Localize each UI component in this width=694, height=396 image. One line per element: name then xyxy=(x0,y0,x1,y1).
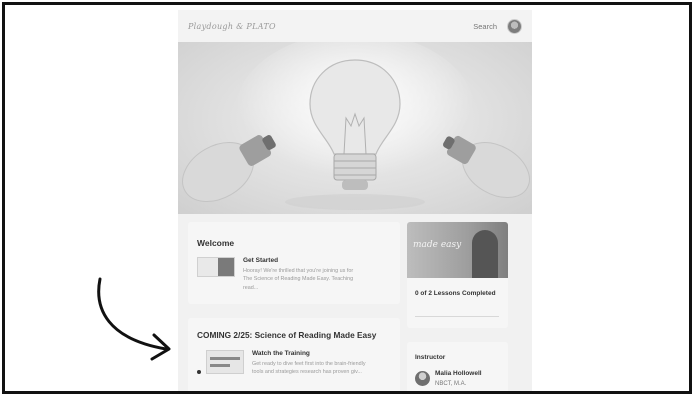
thumbnail-line-icon xyxy=(210,364,230,367)
instructor-heading: Instructor xyxy=(415,354,446,361)
hero-banner-lightbulb xyxy=(178,42,532,214)
lesson-description: Hooray! We're thrilled that you're joini… xyxy=(243,268,354,291)
lesson-description: Get ready to dive feet first into the br… xyxy=(252,361,366,376)
coming-soon-title: COMING 2/25: Science of Reading Made Eas… xyxy=(197,330,377,340)
course-cover-text: made easy xyxy=(413,240,462,250)
top-navigation: Playdough & PLATO Search xyxy=(178,10,532,42)
top-right-controls: Search xyxy=(473,18,522,34)
progress-bar xyxy=(415,316,499,317)
search-link[interactable]: Search xyxy=(473,22,497,31)
coming-soon-section: COMING 2/25: Science of Reading Made Eas… xyxy=(188,318,400,391)
welcome-title: Welcome xyxy=(197,238,235,248)
hand-drawn-arrow-icon xyxy=(97,277,171,361)
instructor-photo-icon xyxy=(472,230,498,278)
welcome-section: Welcome Get Started Hooray! We're thrill… xyxy=(188,222,400,304)
course-cover-image: made easy xyxy=(407,222,508,278)
lightbulb-illustration xyxy=(182,42,530,210)
lesson-thumbnail[interactable] xyxy=(197,257,235,277)
lesson-watch-training[interactable]: Watch the Training Get ready to dive fee… xyxy=(206,350,370,377)
training-thumbnail[interactable] xyxy=(206,350,244,374)
instructor-name: Malia Hollowell xyxy=(435,370,482,377)
lesson-title[interactable]: Get Started xyxy=(243,257,361,264)
instructor-credentials: NBCT, M.A. xyxy=(435,381,467,387)
instructor-avatar-icon xyxy=(415,371,430,386)
thumbnail-line-icon xyxy=(210,357,240,360)
screenshot-frame: Playdough & PLATO Search Welcome Get Sta… xyxy=(2,2,692,394)
lesson-text: Watch the Training Get ready to dive fee… xyxy=(252,350,370,377)
user-avatar-icon[interactable] xyxy=(507,18,522,34)
lesson-title[interactable]: Watch the Training xyxy=(252,350,370,357)
lesson-text: Get Started Hooray! We're thrilled that … xyxy=(243,257,361,292)
course-page: Playdough & PLATO Search Welcome Get Sta… xyxy=(178,10,532,391)
lessons-completed-text: 0 of 2 Lessons Completed xyxy=(415,290,496,297)
lesson-get-started[interactable]: Get Started Hooray! We're thrilled that … xyxy=(197,257,361,292)
site-logo[interactable]: Playdough & PLATO xyxy=(188,22,276,31)
instructor-card: Instructor Malia Hollowell NBCT, M.A. xyxy=(407,342,508,391)
course-progress-card: made easy 0 of 2 Lessons Completed xyxy=(407,222,508,328)
incomplete-dot-icon xyxy=(197,370,201,374)
